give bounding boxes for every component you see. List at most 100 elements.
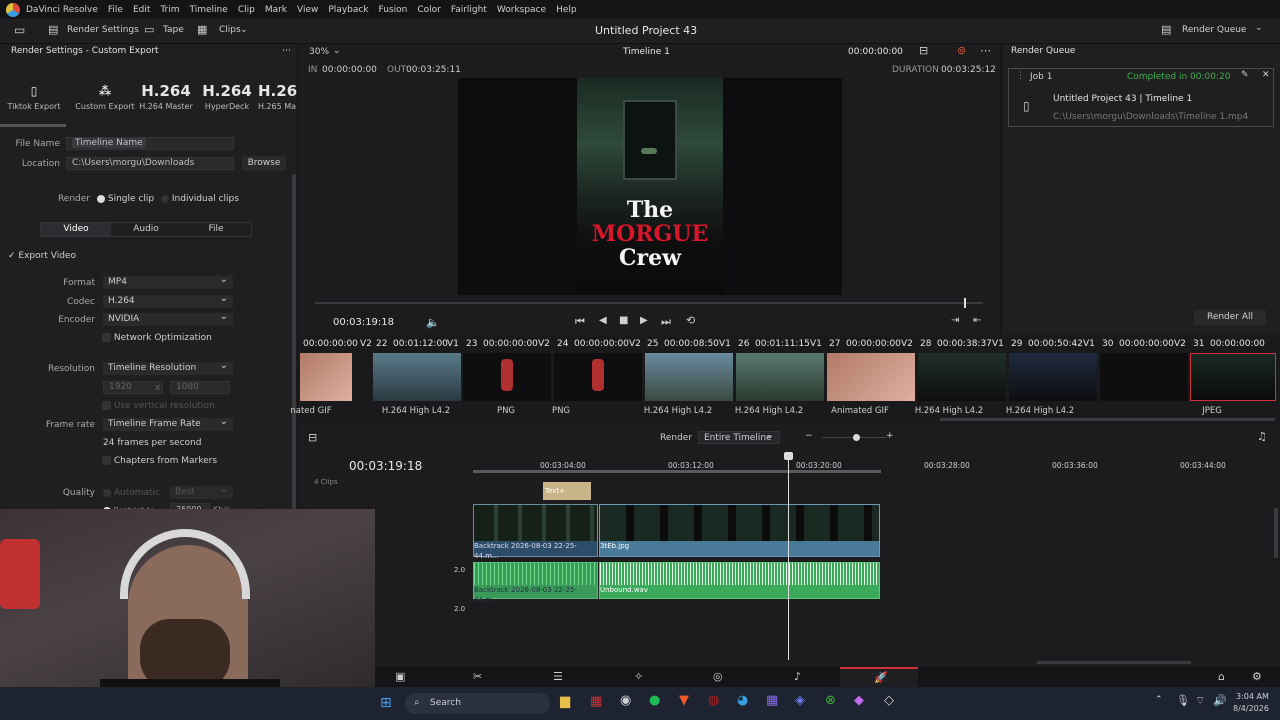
settings-icon[interactable]: ⚙ — [1252, 670, 1262, 683]
codec-select[interactable]: H.264 — [103, 292, 233, 308]
obsidian-icon[interactable]: ◆ — [854, 693, 864, 708]
clip-thumbnail[interactable] — [463, 353, 551, 401]
audio-clip-unbound[interactable]: Unbound.wav — [599, 562, 880, 599]
menu-clip[interactable]: Clip — [238, 5, 255, 15]
clips-button[interactable]: Clips — [219, 25, 241, 35]
more-options-icon[interactable]: ⋯ — [282, 44, 291, 59]
menu-edit[interactable]: Edit — [133, 5, 150, 15]
clips-icon[interactable]: ▦ — [197, 23, 207, 36]
davinci-taskbar-icon[interactable]: ◇ — [884, 693, 894, 708]
clip-thumbnail[interactable] — [645, 353, 733, 401]
timeline-name-select[interactable]: Timeline 1 — [623, 47, 670, 57]
resolve-taskbar-icon[interactable]: ◍ — [708, 693, 719, 708]
render-all-button[interactable]: Render All — [1194, 310, 1266, 325]
timeline-playhead[interactable] — [788, 455, 789, 660]
render-queue-button[interactable]: Render Queue — [1182, 25, 1246, 35]
skip-to-end-icon[interactable]: ⏭ — [661, 315, 671, 329]
preset-tiktok-export[interactable]: ▯ Tiktok Export — [4, 80, 64, 111]
menu-playback[interactable]: Playback — [328, 5, 368, 15]
tab-file[interactable]: File — [181, 223, 251, 236]
video-clip-backtrack[interactable]: Backtrack 2026-08-03 22-25-44.m... — [473, 504, 598, 560]
preset-h264-master[interactable]: H.264 H.264 Master — [136, 80, 196, 111]
job-menu-icon[interactable]: ⋮ — [1016, 71, 1025, 81]
audio-clip-backtrack[interactable]: Backtrack 2026-08-03 22-25-44.m... — [473, 562, 598, 604]
clock-time[interactable]: 3:04 AM — [1236, 692, 1269, 701]
tape-icon[interactable]: ▭ — [144, 23, 154, 36]
viewer-options-icon[interactable]: ⊟ — [919, 44, 928, 57]
chapters-checkbox[interactable]: Chapters from Markers — [102, 456, 217, 466]
play-icon[interactable]: ▶ — [640, 315, 648, 326]
clip-thumbnail[interactable] — [554, 353, 642, 401]
clip-thumbnail[interactable] — [918, 353, 1006, 401]
edit-page-icon[interactable]: ☰ — [553, 670, 563, 683]
clip-thumbnail-selected[interactable] — [1190, 353, 1276, 401]
clip-thumbnail[interactable] — [300, 353, 352, 401]
layout-icon[interactable]: ▭ — [14, 23, 25, 37]
marker-icon[interactable]: ⊚ — [957, 44, 966, 57]
render-range-select[interactable]: Entire Timeline — [698, 429, 780, 444]
format-select[interactable]: MP4 — [103, 273, 233, 289]
fairlight-page-icon[interactable]: ♪ — [794, 670, 801, 683]
menu-help[interactable]: Help — [556, 5, 577, 15]
menu-view[interactable]: View — [297, 5, 318, 15]
calendar-app-icon[interactable]: ▦ — [590, 694, 602, 709]
preset-custom-export[interactable]: ⁂ Custom Export — [75, 80, 135, 111]
file-name-input[interactable]: Timeline Name — [66, 137, 234, 150]
chevron-down-icon[interactable]: ⌄ — [333, 46, 341, 56]
xbox-icon[interactable]: ⊗ — [825, 693, 836, 708]
clip-thumbnail[interactable] — [1100, 353, 1188, 401]
more-options-icon[interactable]: ⋯ — [980, 44, 991, 57]
automatic-radio[interactable]: Automatic — [103, 488, 160, 498]
brave-icon[interactable]: ▼ — [679, 693, 689, 708]
chrome-icon[interactable]: ◕ — [737, 693, 748, 708]
next-edit-icon[interactable]: ⇥ — [951, 315, 959, 326]
stop-icon[interactable]: ■ — [619, 315, 628, 326]
slack-icon[interactable]: ▦ — [766, 693, 778, 708]
menu-workspace[interactable]: Workspace — [497, 5, 546, 15]
single-clip-radio[interactable]: Single clip — [97, 194, 154, 204]
edit-icon[interactable]: ✎ — [1241, 70, 1249, 80]
zoom-in-icon[interactable]: + — [886, 431, 894, 441]
tab-audio[interactable]: Audio — [111, 223, 181, 236]
clip-thumbnail[interactable] — [373, 353, 461, 401]
file-explorer-icon[interactable]: ▆ — [560, 694, 570, 709]
fusion-page-icon[interactable]: ✧ — [634, 670, 643, 683]
preset-hyperdeck[interactable]: H.264 HyperDeck — [197, 80, 257, 111]
text-clip[interactable]: Text+ — [543, 482, 591, 500]
skip-to-start-icon[interactable]: ⏮ — [575, 315, 585, 329]
export-video-checkbox[interactable]: ✓ Export Video — [8, 251, 76, 261]
deliver-page-tab[interactable]: 🚀 — [840, 667, 918, 687]
render-queue-icon[interactable]: ▤ — [1161, 23, 1171, 36]
timeline-options-icon[interactable]: ⊟ — [308, 431, 317, 444]
menu-file[interactable]: File — [108, 5, 123, 15]
cut-page-icon[interactable]: ✂ — [473, 670, 482, 683]
clips-chevron-icon[interactable]: ⌄ — [240, 25, 248, 35]
home-icon[interactable]: ⌂ — [1218, 670, 1225, 683]
menu-fusion[interactable]: Fusion — [379, 5, 408, 15]
encoder-select[interactable]: NVIDIA — [103, 310, 233, 326]
scrubber-track[interactable] — [315, 302, 983, 304]
preset-scrollbar[interactable] — [0, 124, 66, 127]
menu-color[interactable]: Color — [417, 5, 441, 15]
prev-edit-icon[interactable]: ⇤ — [973, 315, 981, 326]
microphone-icon[interactable]: 🎙 — [1176, 694, 1190, 707]
zoom-out-icon[interactable]: − — [805, 431, 813, 441]
zoom-slider-handle[interactable] — [853, 434, 860, 441]
close-icon[interactable]: ✕ — [1262, 70, 1270, 80]
network-optimization-checkbox[interactable]: Network Optimization — [102, 333, 212, 343]
vertical-resolution-checkbox[interactable]: Use vertical resolution — [102, 401, 215, 411]
resolution-select[interactable]: Timeline Resolution — [103, 359, 233, 375]
windows-start-icon[interactable]: ⊞ — [380, 695, 392, 711]
clip-thumbnail[interactable] — [827, 353, 915, 401]
strip-scrollbar[interactable] — [940, 418, 1275, 421]
clock-date[interactable]: 8/4/2026 — [1233, 704, 1269, 713]
resolution-height-input[interactable]: 1080 — [170, 381, 230, 394]
resolution-width-input[interactable]: 1920 — [103, 381, 163, 394]
media-page-icon[interactable]: ▣ — [395, 670, 405, 683]
playhead-handle[interactable] — [784, 452, 793, 460]
timeline-vscrollbar[interactable] — [1274, 508, 1278, 558]
volume-icon[interactable]: 🔈 — [426, 316, 440, 329]
wifi-icon[interactable]: ⌔ — [1195, 694, 1205, 708]
browse-button[interactable]: Browse — [242, 156, 286, 171]
menu-trim[interactable]: Trim — [160, 5, 179, 15]
